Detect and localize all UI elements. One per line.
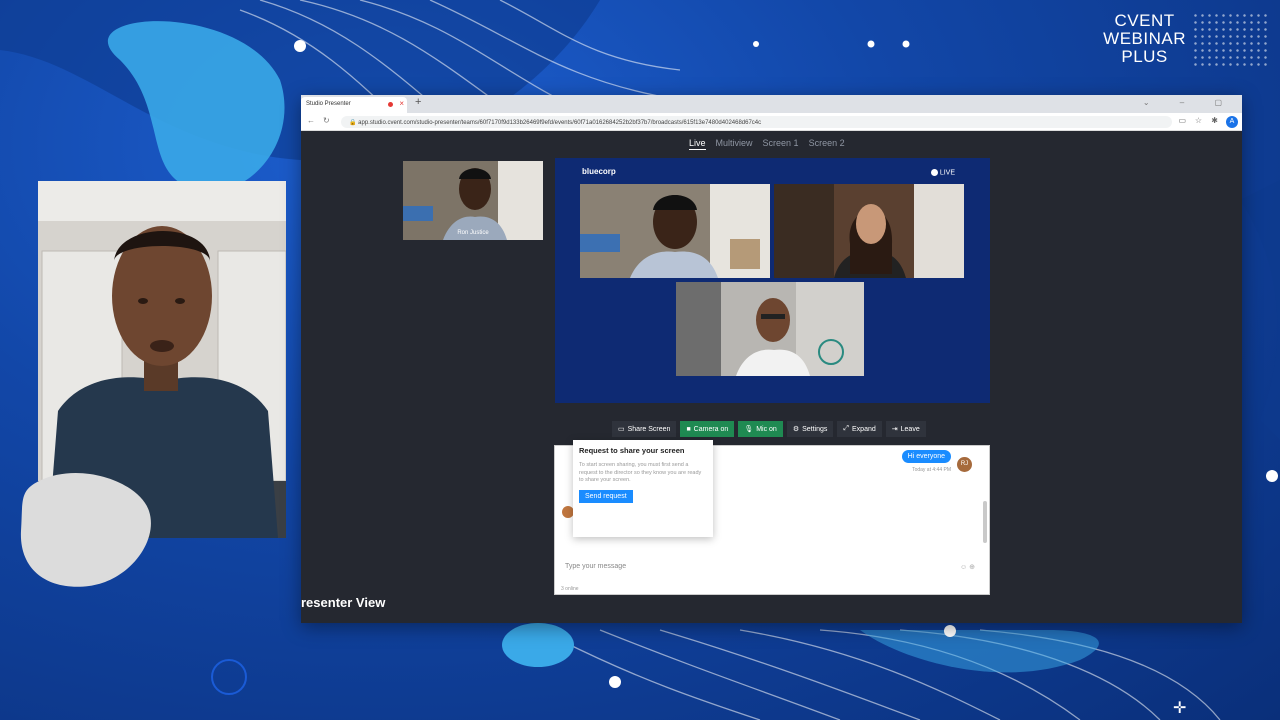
stage-participant-tile-1	[580, 184, 770, 278]
address-bar: ← ↻ 🔒 app.studio.cvent.com/studio-presen…	[301, 113, 1242, 131]
tab-live[interactable]: Live	[689, 138, 706, 150]
live-label: LIVE	[939, 169, 955, 177]
brand-line-2: WEBINAR	[1103, 29, 1186, 48]
chat-message-time: Today at 4:44 PM	[912, 467, 951, 473]
bluecorp-logo: bluecorp	[582, 167, 616, 176]
profile-avatar[interactable]: A	[1226, 116, 1238, 128]
popup-text: To start screen sharing, you must first …	[579, 462, 702, 483]
tab-multiview[interactable]: Multiview	[716, 138, 753, 150]
chat-message-input[interactable]: Type your message	[565, 563, 626, 570]
url-text: app.studio.cvent.com/studio-presenter/te…	[358, 120, 762, 126]
monitor-icon: ▭	[618, 426, 625, 433]
cvent-webinar-plus-logo: CVENT WEBINAR PLUS	[1103, 12, 1186, 66]
chat-avatar: RJ	[957, 457, 972, 472]
cast-icon[interactable]: ▭	[1178, 116, 1186, 125]
chat-message-bubble: Hi everyone	[901, 450, 951, 463]
expand-button[interactable]: ⤢ Expand	[837, 421, 882, 437]
camera-label: Camera on	[693, 425, 729, 433]
decorative-dot-grid	[1192, 12, 1268, 68]
brand-line-1: CVENT	[1114, 11, 1175, 30]
popup-title: Request to share your screen	[579, 446, 685, 455]
expand-label: Expand	[852, 425, 876, 433]
self-preview-name: Ron Justice	[457, 230, 489, 236]
decorative-blob	[20, 472, 151, 587]
url-field[interactable]: 🔒 app.studio.cvent.com/studio-presenter/…	[341, 116, 1172, 128]
tab-screen-1[interactable]: Screen 1	[763, 138, 799, 150]
tab-screen-2[interactable]: Screen 2	[809, 138, 845, 150]
live-badge: LIVE	[930, 169, 955, 177]
browser-window: Studio Presenter × + ⌄ – ▢ ← ↻ 🔒 app.stu…	[301, 95, 1242, 623]
live-stage: bluecorp LIVE	[555, 158, 990, 403]
recording-indicator-icon	[388, 102, 393, 107]
presenter-controls: ▭ Share Screen ■ Camera on 🎙 Mic on ⚙ Settin…	[612, 421, 926, 437]
page-title: resenter View	[301, 595, 386, 610]
mic-label: Mic on	[756, 425, 777, 433]
share-screen-button[interactable]: ▭ Share Screen	[612, 421, 677, 437]
crosshair-cursor-icon: ✛	[1173, 700, 1187, 717]
browser-tab[interactable]: Studio Presenter ×	[301, 97, 407, 113]
settings-button[interactable]: ⚙ Settings	[786, 421, 834, 437]
expand-icon: ⤢	[843, 425, 850, 432]
leave-icon: ⇥	[891, 426, 898, 433]
extensions-icon[interactable]: ✱	[1211, 116, 1218, 125]
share-screen-label: Share Screen	[627, 425, 671, 433]
self-preview-video: Ron Justice	[403, 161, 543, 240]
chat-scrollbar[interactable]	[983, 501, 987, 543]
back-icon[interactable]: ←	[307, 116, 315, 125]
stage-participant-tile-2	[774, 184, 964, 278]
window-controls[interactable]: ⌄ – ▢	[1143, 98, 1236, 107]
browser-tab-bar: Studio Presenter × + ⌄ – ▢	[301, 95, 1242, 113]
mic-icon: 🎙	[744, 426, 754, 433]
live-dot-icon	[930, 169, 938, 176]
browser-tab-title: Studio Presenter	[306, 101, 351, 107]
close-tab-icon[interactable]: ×	[399, 99, 404, 108]
mic-button[interactable]: 🎙 Mic on	[738, 421, 783, 437]
bookmark-star-icon[interactable]: ☆	[1195, 116, 1202, 125]
camera-icon: ■	[686, 425, 691, 433]
online-count: 3 online	[561, 586, 579, 592]
send-request-button[interactable]: Send request	[579, 489, 633, 503]
stage-participant-tile-3	[676, 282, 864, 376]
gear-icon: ⚙	[792, 426, 800, 433]
lock-icon: 🔒	[349, 120, 357, 126]
leave-label: Leave	[900, 425, 920, 433]
camera-button[interactable]: ■ Camera on	[680, 421, 735, 437]
share-request-popup: Request to share your screen To start sc…	[573, 440, 713, 537]
leave-button[interactable]: ⇥ Leave	[885, 421, 926, 437]
new-tab-button[interactable]: +	[415, 96, 421, 108]
view-tabs: Live Multiview Screen 1 Screen 2	[689, 138, 845, 150]
emoji-icon[interactable]: ☺ ⊕	[960, 563, 975, 571]
brand-line-3: PLUS	[1121, 47, 1168, 66]
reload-icon[interactable]: ↻	[323, 116, 330, 125]
chat-panel: Hi everyone Today at 4:44 PM RJ Request …	[554, 440, 990, 595]
settings-label: Settings	[802, 425, 828, 433]
